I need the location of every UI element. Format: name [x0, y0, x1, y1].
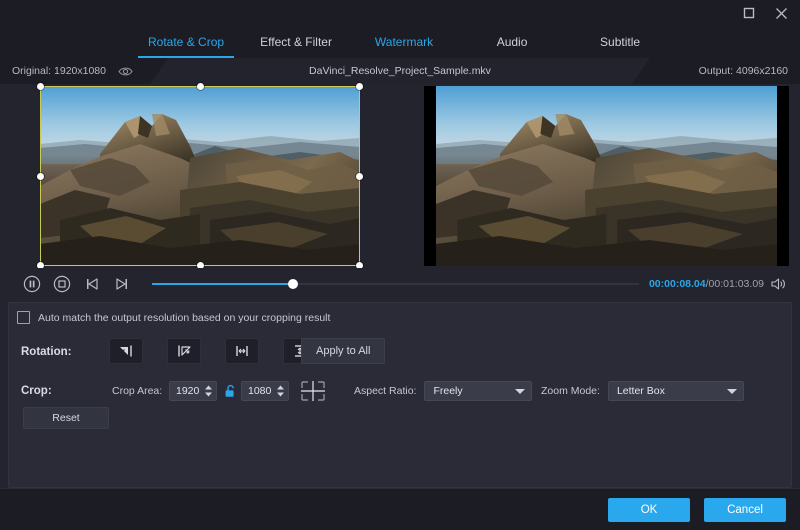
center-crosshair-icon[interactable] [299, 379, 327, 403]
seek-knob[interactable] [288, 279, 298, 289]
rotation-buttons-group [109, 338, 317, 364]
crop-height-arrows[interactable] [276, 385, 285, 397]
current-time: 00:00:08.04 [649, 278, 706, 290]
mountain-image-output [436, 86, 777, 266]
seek-slider[interactable] [152, 275, 639, 293]
info-center-plate [150, 58, 650, 84]
apply-to-all-label: Apply to All [316, 345, 370, 357]
output-preview-pane [412, 84, 800, 268]
stop-icon[interactable] [50, 272, 74, 296]
timecode-display: 00:00:08.04/00:01:03.09 [649, 278, 764, 290]
close-icon[interactable] [772, 4, 790, 22]
next-frame-icon[interactable] [110, 272, 134, 296]
tab-label: Subtitle [600, 35, 640, 49]
crop-label: Crop: [21, 385, 52, 397]
aspect-ratio-select[interactable]: Freely [424, 381, 532, 401]
source-preview-pane [0, 84, 412, 268]
seek-fill [152, 283, 293, 285]
tab-bar: Rotate & Crop Effect & Filter Watermark … [0, 26, 800, 58]
title-bar [0, 0, 800, 26]
cancel-button[interactable]: Cancel [704, 498, 786, 522]
aspect-ratio-value: Freely [433, 385, 462, 397]
tab-rotate-crop[interactable]: Rotate & Crop [130, 26, 242, 58]
tab-subtitle[interactable]: Subtitle [566, 26, 674, 58]
zoom-mode-label: Zoom Mode: [541, 385, 600, 397]
output-resolution-label: Output: 4096x2160 [699, 58, 788, 84]
crop-width-arrows[interactable] [204, 385, 213, 397]
auto-match-resolution-checkbox[interactable]: Auto match the output resolution based o… [17, 311, 330, 324]
output-video-inner [436, 86, 777, 266]
tab-label: Audio [497, 35, 528, 49]
maximize-icon[interactable] [740, 4, 758, 22]
crop-height-input[interactable] [242, 385, 274, 397]
auto-match-label: Auto match the output resolution based o… [38, 312, 330, 324]
preview-area [0, 84, 800, 268]
reset-label: Reset [52, 412, 79, 424]
checkbox-box[interactable] [17, 311, 30, 324]
mountain-image [40, 86, 360, 266]
crop-width-input[interactable] [170, 385, 202, 397]
chevron-down-icon [515, 389, 525, 394]
zoom-mode-value: Letter Box [617, 385, 665, 397]
rotate-right-icon[interactable] [167, 338, 201, 364]
dialog-footer: OK Cancel [0, 488, 800, 530]
volume-icon[interactable] [770, 277, 786, 291]
rotate-left-icon[interactable] [109, 338, 143, 364]
crop-width-stepper[interactable] [169, 381, 217, 401]
ok-label: OK [641, 504, 658, 516]
rotation-label: Rotation: [21, 346, 71, 358]
media-info-bar: Original: 1920x1080 DaVinci_Resolve_Proj… [0, 58, 800, 84]
playback-controls-bar: 00:00:08.04/00:01:03.09 [0, 268, 800, 300]
previous-frame-icon[interactable] [80, 272, 104, 296]
tab-label: Effect & Filter [260, 35, 332, 49]
ok-button[interactable]: OK [608, 498, 690, 522]
aspect-ratio-group: Aspect Ratio: Freely [354, 381, 532, 401]
tab-audio[interactable]: Audio [458, 26, 566, 58]
crop-height-stepper[interactable] [241, 381, 289, 401]
video-editor-window: Rotate & Crop Effect & Filter Watermark … [0, 0, 800, 530]
crop-area-label: Crop Area: [112, 385, 162, 397]
chevron-down-icon [727, 389, 737, 394]
original-resolution-group: Original: 1920x1080 [12, 58, 133, 84]
output-video-frame [424, 86, 789, 266]
unlock-icon[interactable] [223, 382, 237, 400]
cancel-label: Cancel [727, 504, 763, 516]
crop-controls-panel: Auto match the output resolution based o… [8, 302, 792, 488]
tab-label: Rotate & Crop [148, 35, 224, 49]
tab-label: Watermark [375, 35, 433, 49]
tab-watermark[interactable]: Watermark [350, 26, 458, 58]
zoom-mode-select[interactable]: Letter Box [608, 381, 744, 401]
source-video-frame [40, 86, 360, 266]
flip-horizontal-icon[interactable] [225, 338, 259, 364]
tab-effect-filter[interactable]: Effect & Filter [242, 26, 350, 58]
original-resolution-label: Original: 1920x1080 [12, 65, 106, 77]
zoom-mode-group: Zoom Mode: Letter Box [541, 381, 744, 401]
reset-button[interactable]: Reset [23, 407, 109, 429]
pause-icon[interactable] [20, 272, 44, 296]
apply-to-all-button[interactable]: Apply to All [301, 338, 385, 364]
total-time: /00:01:03.09 [706, 278, 764, 290]
eye-icon[interactable] [118, 66, 133, 77]
aspect-ratio-label: Aspect Ratio: [354, 385, 416, 397]
